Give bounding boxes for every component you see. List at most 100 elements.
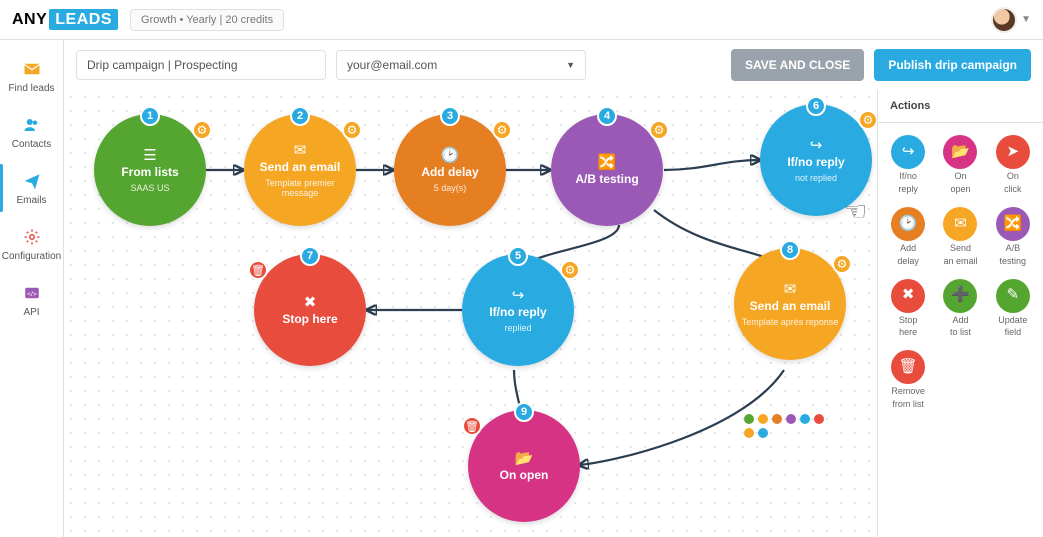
action-label-2: field — [1005, 328, 1022, 338]
action-a/b-testing[interactable]: 🔀A/Btesting — [987, 203, 1039, 271]
action-label-2: delay — [897, 257, 919, 267]
action-icon: ➤ — [996, 135, 1030, 169]
save-close-button[interactable]: SAVE AND CLOSE — [731, 49, 864, 81]
action-icon: ↪ — [891, 135, 925, 169]
envelope-icon: ✉ — [784, 280, 797, 298]
node-stop-here[interactable]: 7 🗑 ✖ Stop here — [254, 254, 366, 366]
sidebar-item-api[interactable]: </> API — [0, 272, 63, 328]
sidebar-item-contacts[interactable]: Contacts — [0, 104, 63, 160]
folder-open-icon: 📂 — [515, 449, 534, 467]
hand-cursor-icon: ☜ — [844, 196, 867, 227]
publish-button[interactable]: Publish drip campaign — [874, 49, 1031, 81]
palette-dot — [744, 414, 754, 424]
action-remove-from-list[interactable]: 🗑Removefrom list — [882, 346, 934, 414]
chevron-down-icon[interactable]: ▼ — [1021, 14, 1031, 25]
send-icon — [21, 170, 43, 192]
action-label-1: A/B — [1006, 244, 1021, 254]
palette-dot — [758, 414, 768, 424]
node-title: Stop here — [282, 313, 337, 327]
sender-email-select[interactable]: your@email.com ▼ — [336, 50, 586, 80]
action-label-2: testing — [1000, 257, 1027, 267]
node-subtitle: SAAS US — [130, 183, 169, 193]
gear-icon[interactable]: ⚙ — [192, 120, 212, 140]
action-if/no-reply[interactable]: ↪ If/no reply — [882, 131, 934, 199]
palette-dot — [758, 428, 768, 438]
node-send-email-1[interactable]: 2 ⚙ ✉ Send an email Template premier mes… — [244, 114, 356, 226]
node-title: If/no reply — [787, 156, 844, 170]
action-label-1: Send — [950, 244, 971, 254]
gear-icon[interactable]: ⚙ — [342, 120, 362, 140]
node-on-open[interactable]: 9 🗑 📂 On open — [468, 410, 580, 522]
node-title: Send an email — [260, 161, 341, 175]
users-icon — [21, 114, 43, 136]
node-subtitle: Template après reponse — [742, 317, 839, 327]
trash-icon[interactable]: 🗑 — [248, 260, 268, 280]
list-icon: ☰ — [143, 146, 156, 164]
action-label-1: Update — [998, 316, 1027, 326]
action-add-delay[interactable]: 🕑Adddelay — [882, 203, 934, 271]
action-on-open[interactable]: 📂Onopen — [934, 131, 986, 199]
action-label-2: to list — [950, 328, 971, 338]
sidebar-item-emails[interactable]: Emails — [0, 160, 63, 216]
sidebar-item-label: Contacts — [12, 139, 51, 150]
action-label-1: Add — [900, 244, 916, 254]
node-title: On open — [500, 469, 549, 483]
sender-email-value: your@email.com — [347, 58, 437, 72]
action-add-to-list[interactable]: ➕ Add to list — [934, 275, 986, 343]
node-number: 7 — [300, 246, 320, 266]
action-stop-here[interactable]: ✖Stophere — [882, 275, 934, 343]
toolbar: your@email.com ▼ SAVE AND CLOSE Publish … — [64, 40, 1043, 90]
action-icon: ✉ — [943, 207, 977, 241]
palette-dot — [772, 414, 782, 424]
action-label-2: here — [899, 328, 917, 338]
action-on-click[interactable]: ➤ On click — [987, 131, 1039, 199]
action-label-1: Stop — [899, 316, 918, 326]
sidebar-item-label: Emails — [16, 195, 46, 206]
node-number: 1 — [140, 106, 160, 126]
plan-pill[interactable]: Growth • Yearly | 20 credits — [130, 9, 284, 31]
action-label-1: Add — [952, 316, 968, 326]
actions-grid: ↪If/noreply📂Onopen➤Onclick🕑Adddelay✉Send… — [878, 123, 1043, 422]
action-label-2: reply — [898, 185, 918, 195]
gear-icon[interactable]: ⚙ — [560, 260, 580, 280]
action-icon: ✎ — [996, 279, 1030, 313]
node-send-email-2[interactable]: 8 ⚙ ✉ Send an email Template après repon… — [734, 248, 846, 360]
action-label-2: click — [1004, 185, 1022, 195]
gear-icon[interactable]: ⚙ — [492, 120, 512, 140]
palette-dot — [744, 428, 754, 438]
left-sidebar: Find leads Contacts Emails Configuration… — [0, 40, 64, 537]
node-ab-testing[interactable]: 4 ⚙ 🔀 A/B testing — [551, 114, 663, 226]
sidebar-item-configuration[interactable]: Configuration — [0, 216, 63, 272]
node-number: 9 — [514, 402, 534, 422]
avatar[interactable] — [991, 7, 1017, 33]
action-update-field[interactable]: ✎ Update field — [987, 275, 1039, 343]
node-number: 2 — [290, 106, 310, 126]
node-title: If/no reply — [489, 306, 546, 320]
node-add-delay[interactable]: 3 ⚙ 🕑 Add delay 5 day(s) — [394, 114, 506, 226]
action-icon: ➕ — [943, 279, 977, 313]
campaign-name-input[interactable] — [76, 50, 326, 80]
gear-icon[interactable]: ⚙ — [858, 110, 877, 130]
trash-icon[interactable]: 🗑 — [462, 416, 482, 436]
action-label-1: If/no — [899, 172, 917, 182]
node-subtitle: not replied — [795, 173, 837, 183]
node-number: 6 — [806, 96, 826, 116]
node-from-lists[interactable]: 1 ⚙ ☰ From lists SAAS US — [94, 114, 206, 226]
palette-dot — [786, 414, 796, 424]
palette-dot — [800, 414, 810, 424]
node-number: 3 — [440, 106, 460, 126]
gear-icon[interactable]: ⚙ — [832, 254, 852, 274]
node-number: 8 — [780, 240, 800, 260]
node-if-no-reply-replied[interactable]: 5 ⚙ ↪ If/no reply replied — [462, 254, 574, 366]
action-label-1: Remove — [891, 387, 925, 397]
action-label-1: On — [1007, 172, 1019, 182]
action-label-1: On — [954, 172, 966, 182]
action-send-an-email[interactable]: ✉Sendan email — [934, 203, 986, 271]
envelope-icon — [21, 58, 43, 80]
action-icon: 🗑 — [891, 350, 925, 384]
chevron-down-icon: ▼ — [566, 60, 575, 70]
sidebar-item-find-leads[interactable]: Find leads — [0, 48, 63, 104]
gear-icon[interactable]: ⚙ — [649, 120, 669, 140]
envelope-icon: ✉ — [294, 141, 307, 159]
flow-canvas[interactable]: 1 ⚙ ☰ From lists SAAS US 2 ⚙ ✉ Send an e… — [64, 90, 877, 537]
